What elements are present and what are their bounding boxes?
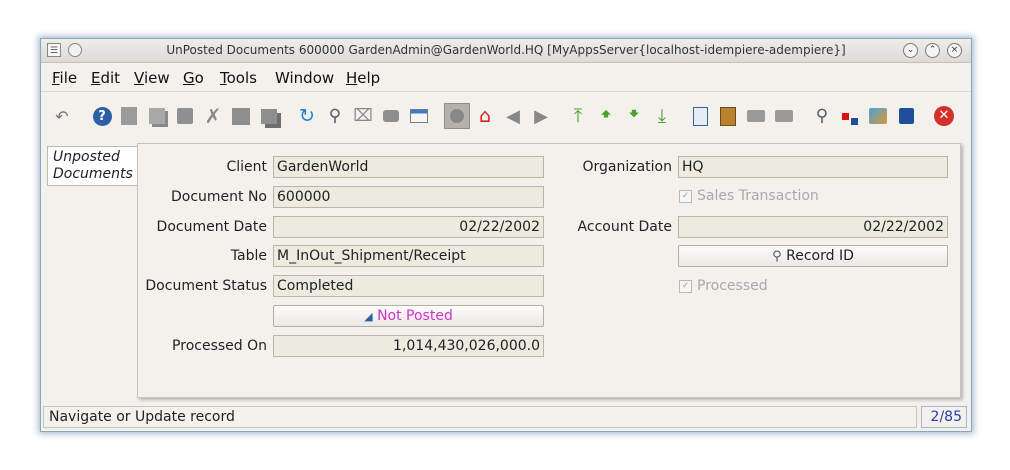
record-id-label: Record ID	[786, 248, 854, 264]
status-bar: Navigate or Update record 2/85	[41, 405, 971, 431]
document-date-label: Document Date	[156, 219, 267, 235]
parent-record-icon[interactable]: ◀	[502, 105, 524, 127]
record-id-button[interactable]: ⚲ Record ID	[678, 245, 948, 267]
window-title: UnPosted Documents 600000 GardenAdmin@Ga…	[166, 43, 846, 57]
zoom-across-icon[interactable]: ⚲	[811, 105, 833, 127]
requests-icon[interactable]	[895, 105, 917, 127]
menu-window[interactable]: Window	[275, 69, 334, 87]
organization-field[interactable]: HQ	[678, 156, 948, 178]
record-count[interactable]: 2/85	[921, 406, 967, 428]
report-icon[interactable]	[689, 105, 711, 127]
detail-record-icon[interactable]: ▶	[530, 105, 552, 127]
help-icon[interactable]: ?	[91, 105, 113, 127]
menu-bar: File Edit View Go Tools Window Help	[41, 63, 971, 92]
exit-icon[interactable]: ✕	[933, 105, 955, 127]
posted-button[interactable]: ◢ Not Posted	[273, 305, 544, 327]
maximize-icon[interactable]: ⌃	[925, 43, 940, 58]
delete-record-icon[interactable]	[174, 105, 196, 127]
tab-unposted-documents[interactable]: Unposted Documents	[47, 146, 137, 186]
attachment-icon[interactable]: ⌧	[352, 105, 374, 127]
last-record-icon[interactable]: ⤓	[651, 105, 673, 127]
find-icon[interactable]: ⚲	[324, 105, 346, 127]
checkbox-check-icon: ✓	[679, 279, 692, 293]
chart-icon: ◢	[364, 310, 373, 323]
home-icon[interactable]: ⌂	[474, 105, 496, 127]
application-window: ☰ UnPosted Documents 600000 GardenAdmin@…	[40, 38, 972, 432]
new-record-icon[interactable]	[118, 105, 140, 127]
workflow-icon[interactable]	[839, 105, 861, 127]
grid-toggle-icon[interactable]	[408, 105, 430, 127]
document-status-label: Document Status	[145, 278, 267, 294]
organization-label: Organization	[582, 159, 672, 175]
status-message: Navigate or Update record	[43, 406, 917, 428]
processed-on-field[interactable]: 1,014,430,026,000.0	[273, 335, 544, 357]
menu-edit[interactable]: Edit	[91, 69, 120, 87]
title-bar: ☰ UnPosted Documents 600000 GardenAdmin@…	[41, 39, 971, 63]
posted-label: Not Posted	[377, 308, 453, 324]
processed-label: Processed	[697, 278, 768, 294]
previous-record-icon[interactable]: 🠹	[595, 103, 617, 127]
menu-file[interactable]: File	[52, 69, 77, 87]
record-panel: Client GardenWorld Organization HQ Docum…	[137, 143, 961, 398]
refresh-icon[interactable]: ↻	[296, 105, 318, 127]
document-date-field[interactable]: 02/22/2002	[273, 216, 544, 238]
table-label: Table	[230, 248, 267, 264]
next-record-icon[interactable]: 🠻	[623, 103, 645, 127]
copy-record-icon[interactable]	[146, 105, 168, 127]
processed-checkbox[interactable]: ✓ Processed	[679, 278, 768, 294]
archive-icon[interactable]	[717, 105, 739, 127]
toolbar: ↶ ? ✗ ↻ ⚲ ⌧ ⌂ ◀ ▶ ⤒ 🠹 🠻 ⤓ ⚲ ✕	[41, 93, 971, 139]
menu-go[interactable]: Go	[183, 69, 204, 87]
print-icon[interactable]	[773, 105, 795, 127]
delete-selection-icon[interactable]: ✗	[202, 104, 224, 128]
menu-tools[interactable]: Tools	[220, 69, 257, 87]
history-icon[interactable]	[444, 103, 470, 129]
undo-icon[interactable]: ↶	[51, 105, 73, 127]
table-field[interactable]: M_InOut_Shipment/Receipt	[273, 245, 544, 267]
account-date-label: Account Date	[577, 219, 672, 235]
chat-icon[interactable]	[380, 105, 402, 127]
zoom-icon: ⚲	[772, 249, 782, 264]
minimize-icon[interactable]: ⌄	[903, 43, 918, 58]
document-no-label: Document No	[170, 189, 267, 205]
checkbox-check-icon: ✓	[679, 189, 692, 203]
active-workflows-icon[interactable]	[867, 105, 889, 127]
processed-on-label: Processed On	[172, 338, 267, 354]
first-record-icon[interactable]: ⤒	[567, 105, 589, 127]
print-preview-icon[interactable]	[745, 105, 767, 127]
client-field[interactable]: GardenWorld	[273, 156, 544, 178]
sales-transaction-checkbox[interactable]: ✓ Sales Transaction	[679, 188, 819, 204]
save-and-new-icon[interactable]	[258, 105, 280, 127]
document-no-field[interactable]: 600000	[273, 186, 544, 208]
client-label: Client	[226, 159, 267, 175]
save-icon[interactable]	[230, 105, 252, 127]
close-window-icon[interactable]: ×	[947, 43, 962, 58]
menu-view[interactable]: View	[134, 69, 170, 87]
account-date-field[interactable]: 02/22/2002	[678, 216, 948, 238]
document-status-field[interactable]: Completed	[273, 275, 544, 297]
content-area: Unposted Documents Client GardenWorld Or…	[41, 143, 971, 405]
menu-help[interactable]: Help	[346, 69, 380, 87]
sales-transaction-label: Sales Transaction	[697, 188, 819, 204]
